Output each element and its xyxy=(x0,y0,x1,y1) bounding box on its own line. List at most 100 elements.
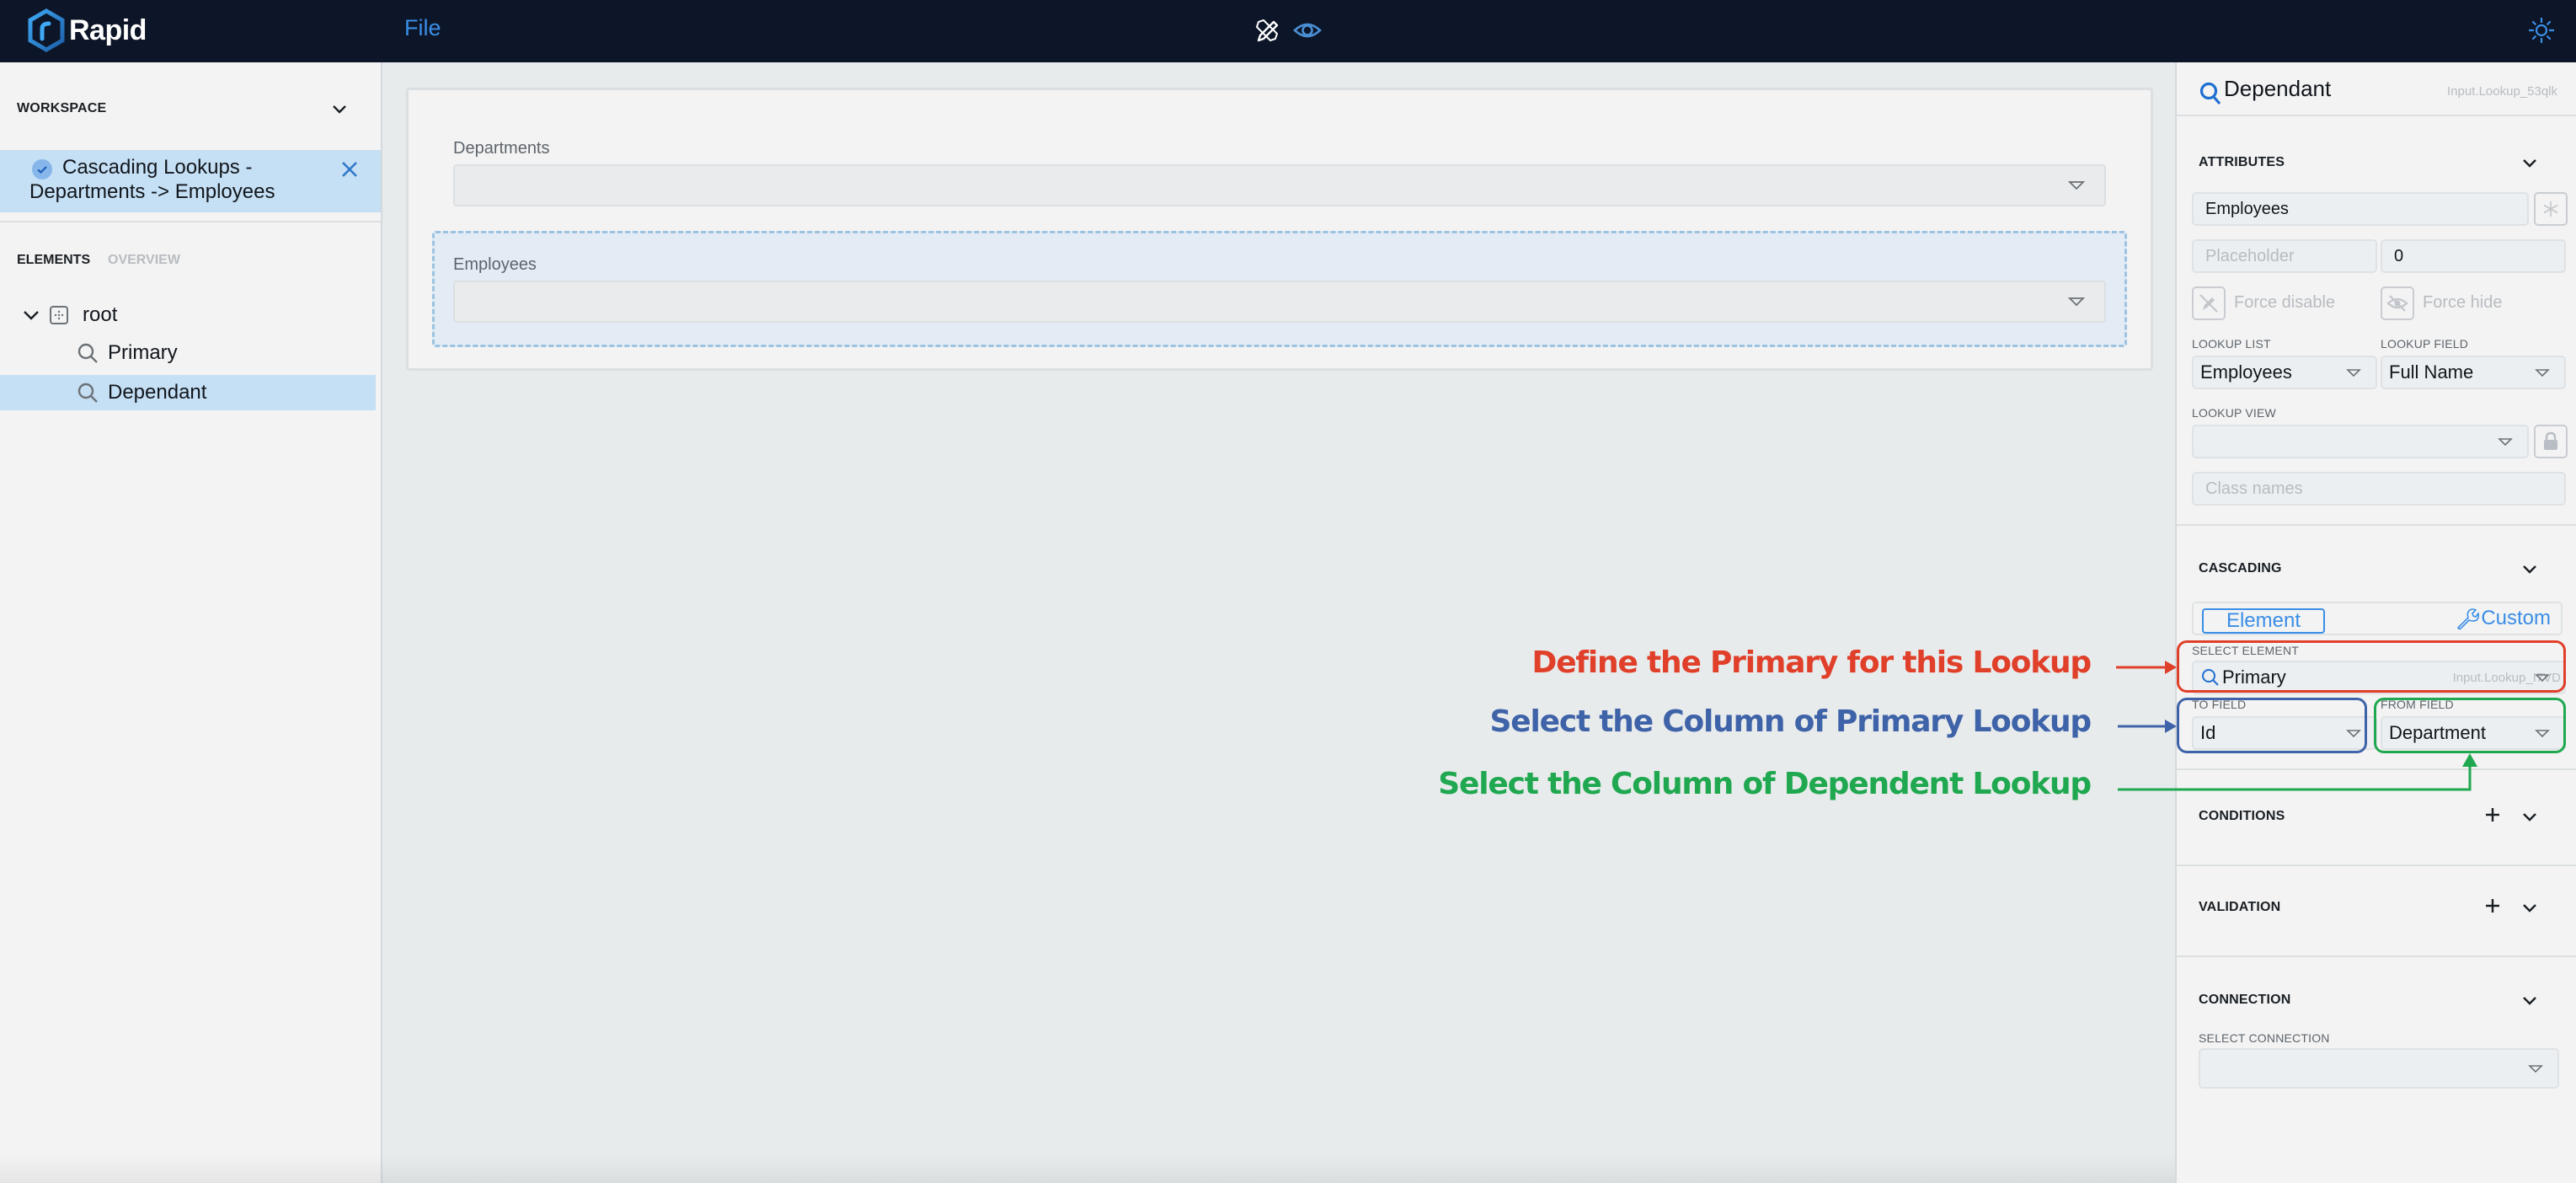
required-toggle[interactable] xyxy=(2534,192,2568,226)
annotation-primary-column: Select the Column of Primary Lookup xyxy=(1489,704,2092,739)
attributes-collapse-button[interactable] xyxy=(2519,152,2541,174)
lookup-field-select[interactable]: Full Name xyxy=(2381,356,2566,389)
section-validation-title: VALIDATION xyxy=(2199,900,2281,914)
caret-down-icon xyxy=(2535,730,2550,738)
divider xyxy=(2177,115,2576,116)
tab-overview[interactable]: OVERVIEW xyxy=(108,253,180,268)
plus-icon xyxy=(2486,808,2499,822)
annotation-dependent-column: Select the Column of Dependent Lookup xyxy=(1438,767,2092,801)
caret-down-icon xyxy=(2535,369,2550,377)
properties-panel: Dependant Input.Lookup_53qlk ATTRIBUTES … xyxy=(2175,62,2576,1183)
left-sidebar: WORKSPACE Cascading Lookups - Department… xyxy=(0,62,382,1183)
select-element-label: SELECT ELEMENT xyxy=(2192,644,2300,657)
file-menu[interactable]: File xyxy=(404,15,441,41)
select-element-dropdown[interactable]: Primary Input.Lookup_I7VD xyxy=(2192,661,2566,694)
add-validation-button[interactable] xyxy=(2483,897,2502,915)
lookup-view-lock-button[interactable] xyxy=(2534,425,2568,458)
default-value-input[interactable]: 0 xyxy=(2381,239,2566,273)
tree-item-root[interactable]: root xyxy=(0,297,376,333)
arrow-blue xyxy=(2118,720,2177,733)
departments-lookup[interactable] xyxy=(453,164,2106,206)
placeholder-input[interactable]: Placeholder xyxy=(2192,239,2377,273)
mode-custom-button[interactable]: Custom xyxy=(2456,607,2551,630)
lookup-field-label: LOOKUP FIELD xyxy=(2381,337,2469,351)
lookup-field-value: Full Name xyxy=(2389,361,2474,383)
divider xyxy=(2177,864,2576,866)
section-attributes-title: ATTRIBUTES xyxy=(2199,155,2285,169)
top-bar: Rapid File xyxy=(0,0,2576,62)
caret-down-icon xyxy=(2528,1065,2543,1073)
departments-field-label: Departments xyxy=(453,139,550,158)
chevron-down-icon xyxy=(2523,997,2536,1005)
select-element-value: Primary xyxy=(2222,666,2286,688)
divider xyxy=(2177,524,2576,526)
employees-lookup[interactable] xyxy=(453,281,2106,323)
caret-down-icon xyxy=(2498,438,2513,447)
caret-down-icon xyxy=(2346,369,2361,377)
mode-element-button[interactable]: Element xyxy=(2202,608,2325,634)
close-icon xyxy=(342,162,357,177)
workspace-item[interactable]: Cascading Lookups - Departments -> Emplo… xyxy=(0,150,381,212)
form-canvas: Departments Employees xyxy=(406,88,2153,371)
tree-item-label: Primary xyxy=(108,341,178,364)
validation-collapse-button[interactable] xyxy=(2519,897,2541,918)
cascading-collapse-button[interactable] xyxy=(2519,558,2541,580)
to-field-label: TO FIELD xyxy=(2192,698,2247,711)
lookup-list-select[interactable]: Employees xyxy=(2192,356,2377,389)
tree-item-label: Dependant xyxy=(108,381,207,404)
asterisk-icon xyxy=(2543,201,2558,217)
tab-elements[interactable]: ELEMENTS xyxy=(17,253,90,268)
search-icon xyxy=(2202,669,2219,686)
chevron-down-icon xyxy=(2523,159,2536,168)
force-hide-toggle[interactable] xyxy=(2381,286,2414,320)
element-id: Input.Lookup_53qlk xyxy=(2447,84,2557,99)
pencil-ruler-icon xyxy=(1256,19,1279,42)
preview-button[interactable] xyxy=(1292,15,1323,46)
add-condition-button[interactable] xyxy=(2483,806,2502,824)
connection-collapse-button[interactable] xyxy=(2519,989,2541,1011)
pencil-off-icon xyxy=(2199,294,2218,313)
section-connection-title: CONNECTION xyxy=(2199,993,2291,1007)
element-title: Dependant xyxy=(2224,76,2332,101)
design-mode-button[interactable] xyxy=(1252,15,1282,46)
search-icon xyxy=(77,383,98,403)
tree-item-label: root xyxy=(83,303,118,326)
class-names-input[interactable]: Class names xyxy=(2192,472,2566,506)
from-field-label: FROM FIELD xyxy=(2381,698,2454,711)
caret-down-icon xyxy=(2067,297,2086,307)
app-logo[interactable]: Rapid xyxy=(27,8,147,52)
select-connection-dropdown[interactable] xyxy=(2199,1048,2559,1089)
lookup-view-select[interactable] xyxy=(2192,425,2529,458)
from-field-select[interactable]: Department xyxy=(2381,716,2566,750)
to-field-select[interactable]: Id xyxy=(2192,716,2377,750)
annotation-define-primary: Define the Primary for this Lookup xyxy=(1531,645,2092,680)
selected-element-outline[interactable]: Employees xyxy=(432,231,2127,347)
tree-item-primary[interactable]: Primary xyxy=(0,335,376,371)
arrow-red xyxy=(2116,661,2177,674)
lock-icon xyxy=(2544,431,2557,450)
container-icon xyxy=(50,306,68,324)
mode-custom-label: Custom xyxy=(2481,607,2551,629)
eye-icon xyxy=(1293,23,1322,38)
divider xyxy=(0,221,381,222)
lookup-list-label: LOOKUP LIST xyxy=(2192,337,2271,351)
chevron-down-icon xyxy=(333,105,346,114)
tree-item-dependant[interactable]: Dependant xyxy=(0,375,376,410)
workspace-collapse-button[interactable] xyxy=(329,98,350,120)
sun-icon xyxy=(2529,18,2554,43)
plus-icon xyxy=(2486,899,2499,913)
chevron-down-icon[interactable] xyxy=(20,304,42,326)
label-input[interactable]: Employees xyxy=(2192,192,2529,226)
close-workspace-button[interactable] xyxy=(339,158,361,180)
workspace-header: WORKSPACE xyxy=(17,101,107,115)
chevron-down-icon xyxy=(2523,904,2536,913)
force-disable-toggle[interactable] xyxy=(2192,286,2226,320)
theme-toggle-button[interactable] xyxy=(2527,16,2556,45)
divider xyxy=(2177,956,2576,957)
search-icon xyxy=(2199,82,2221,105)
section-conditions-title: CONDITIONS xyxy=(2199,809,2285,823)
conditions-collapse-button[interactable] xyxy=(2519,806,2541,827)
caret-down-icon xyxy=(2535,674,2550,682)
select-connection-label: SELECT CONNECTION xyxy=(2199,1031,2330,1045)
force-hide-label: Force hide xyxy=(2423,293,2503,312)
